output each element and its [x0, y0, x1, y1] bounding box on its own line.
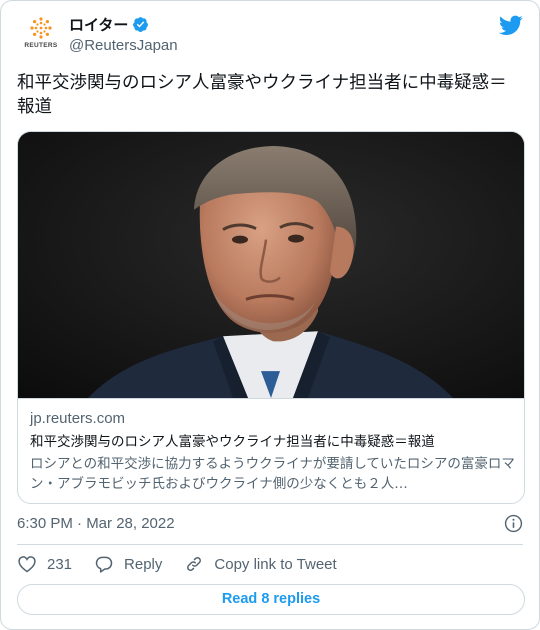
verified-badge-icon: [133, 16, 149, 32]
read-replies-button[interactable]: Read 8 replies: [17, 584, 525, 615]
reply-button[interactable]: Reply: [94, 552, 162, 576]
article-photo[interactable]: [18, 132, 525, 399]
tweet-header: REUTERS ロイター @ReutersJapan: [17, 13, 523, 57]
card-title[interactable]: 和平交渉関与のロシア人富豪やウクライナ担当者に中毒疑惑＝報道: [30, 432, 516, 452]
like-button[interactable]: 231: [17, 552, 72, 576]
reply-label: Reply: [124, 555, 163, 573]
reuters-dots-icon: [30, 17, 52, 39]
display-name-row: ロイター: [69, 14, 178, 34]
info-icon[interactable]: [504, 514, 523, 533]
link-card[interactable]: jp.reuters.com 和平交渉関与のロシア人富豪やウクライナ担当者に中毒…: [17, 131, 525, 504]
link-icon: [187, 557, 202, 571]
twitter-bird-icon[interactable]: [499, 13, 523, 37]
copy-link-label: Copy link to Tweet: [214, 555, 337, 573]
reuters-logo[interactable]: REUTERS: [21, 15, 61, 55]
timestamp[interactable]: 6:30 PM · Mar 28, 2022: [17, 515, 175, 532]
account-handle[interactable]: @ReutersJapan: [69, 37, 178, 54]
card-description: ロシアとの和平交渉に協力するようウクライナが要請していたロシアの富豪ロマン・アブ…: [30, 456, 515, 492]
heart-icon: [18, 556, 36, 573]
divider: [17, 544, 523, 545]
tweet-embed: REUTERS ロイター @ReutersJapan 和平交渉関与のロシア人富豪…: [0, 0, 540, 630]
tweet-text: 和平交渉関与のロシア人富豪やウクライナ担当者に中毒疑惑＝報道: [17, 73, 507, 117]
card-body: jp.reuters.com 和平交渉関与のロシア人富豪やウクライナ担当者に中毒…: [30, 409, 516, 494]
display-name[interactable]: ロイター: [69, 14, 128, 35]
card-domain: jp.reuters.com: [30, 410, 126, 427]
account-names: ロイター @ReutersJapan: [69, 14, 178, 55]
copy-link-button[interactable]: Copy link to Tweet: [184, 552, 337, 576]
tweet-meta: 6:30 PM · Mar 28, 2022: [17, 513, 523, 533]
reuters-wordmark: REUTERS: [24, 42, 58, 49]
reply-bubble-icon: [95, 556, 113, 573]
like-count: 231: [47, 555, 73, 573]
tweet-actions: 231 Reply Copy link to Tweet: [17, 552, 359, 576]
